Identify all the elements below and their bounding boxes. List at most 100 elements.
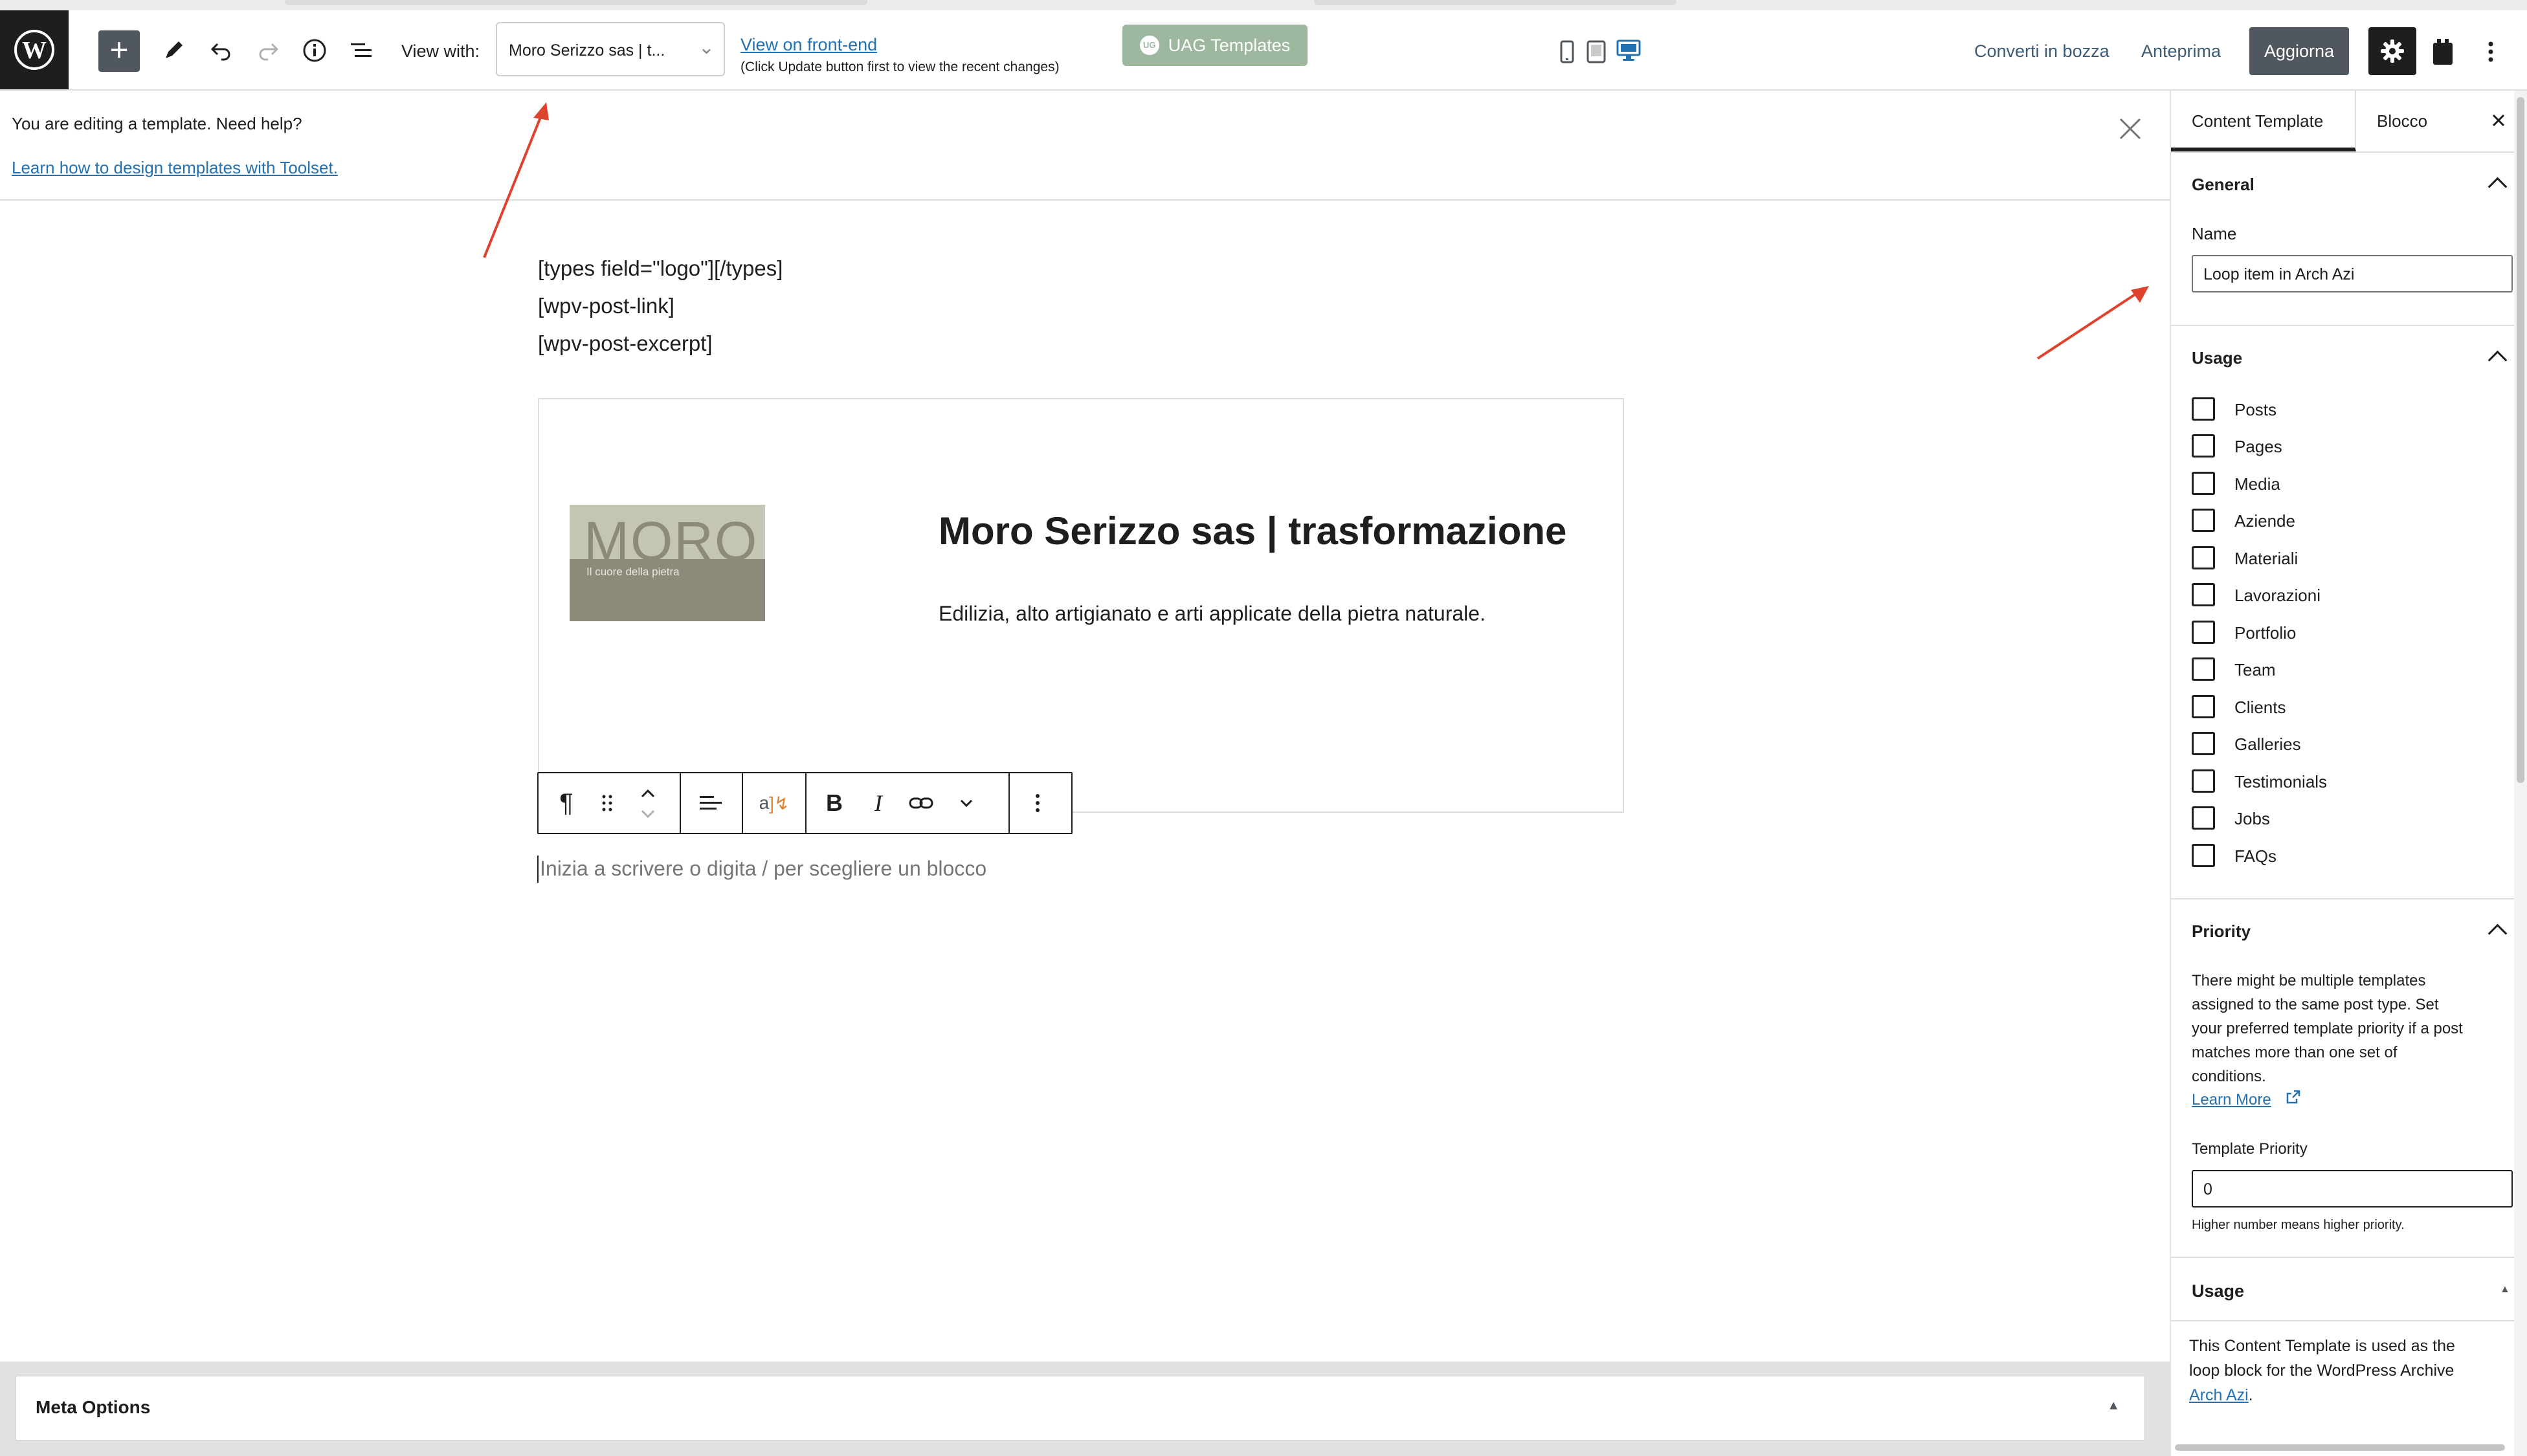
priority-panel-title[interactable]: Priority bbox=[2192, 921, 2251, 942]
usage-checkbox[interactable] bbox=[2192, 806, 2215, 830]
caret-up-icon[interactable]: ▲ bbox=[2500, 1284, 2510, 1296]
browser-tab[interactable] bbox=[1314, 0, 1676, 5]
shortcode-line[interactable]: [wpv-post-excerpt] bbox=[538, 331, 713, 356]
shortcode-line[interactable]: [types field="logo"][/types] bbox=[538, 256, 783, 281]
browser-tab[interactable] bbox=[285, 0, 867, 5]
gear-icon bbox=[2381, 39, 2404, 63]
usage-checkbox[interactable] bbox=[2192, 397, 2215, 421]
chevron-down-icon[interactable] bbox=[950, 773, 983, 833]
block-toolbar: ¶ a]↯ B I bbox=[537, 772, 1073, 834]
preview-excerpt: Edilizia, alto artigianato e arti applic… bbox=[939, 602, 1486, 625]
block-placeholder[interactable]: Inizia a scrivere o digita / per sceglie… bbox=[540, 857, 986, 881]
usage-checkbox[interactable] bbox=[2192, 621, 2215, 644]
sidebar-scrollbar-thumb[interactable] bbox=[2517, 97, 2524, 783]
add-block-button[interactable]: + bbox=[98, 30, 140, 72]
period: . bbox=[2248, 1386, 2253, 1404]
redo-icon[interactable] bbox=[255, 38, 281, 63]
align-left-icon[interactable] bbox=[691, 773, 730, 833]
notice-help-link[interactable]: Learn how to design templates with Tools… bbox=[12, 158, 338, 178]
close-icon[interactable] bbox=[2489, 111, 2508, 129]
usage-checkbox[interactable] bbox=[2192, 657, 2215, 681]
divider bbox=[2171, 898, 2514, 899]
toolbar-divider bbox=[805, 773, 807, 833]
bold-icon[interactable]: B bbox=[817, 773, 852, 833]
usage-option-label: Jobs bbox=[2234, 809, 2270, 828]
link-icon[interactable] bbox=[902, 773, 940, 833]
general-panel-title[interactable]: General bbox=[2192, 175, 2254, 195]
paragraph-icon[interactable]: ¶ bbox=[551, 773, 581, 833]
usage-checkbox[interactable] bbox=[2192, 769, 2215, 793]
uag-logo-icon: UG bbox=[1139, 36, 1159, 55]
close-icon[interactable] bbox=[2118, 116, 2143, 141]
usage-info-text: This Content Template is used as the bbox=[2189, 1337, 2455, 1355]
usage-info-text: loop block for the WordPress Archive bbox=[2189, 1362, 2455, 1380]
wordpress-logo-icon[interactable]: W bbox=[0, 10, 69, 89]
priority-description: assigned to the same post type. Set bbox=[2192, 996, 2439, 1013]
toolbar-divider bbox=[680, 773, 681, 833]
view-frontend-hint: (Click Update button first to view the r… bbox=[740, 60, 1060, 74]
plugin-panel-icon[interactable] bbox=[2429, 36, 2457, 67]
usage-checkbox[interactable] bbox=[2192, 583, 2215, 606]
shortcode-line[interactable]: [wpv-post-link] bbox=[538, 294, 674, 318]
usage-checkbox[interactable] bbox=[2192, 546, 2215, 569]
preview-title: Moro Serizzo sas | trasformazione bbox=[939, 509, 1567, 553]
template-priority-input[interactable]: 0 bbox=[2192, 1170, 2513, 1208]
usage-checkbox[interactable] bbox=[2192, 472, 2215, 495]
usage-checkbox[interactable] bbox=[2192, 844, 2215, 867]
settings-gear-button[interactable] bbox=[2368, 27, 2416, 75]
name-field[interactable]: Loop item in Arch Azi bbox=[2192, 255, 2513, 292]
more-options-icon[interactable] bbox=[1021, 773, 1054, 833]
drag-handle-icon[interactable] bbox=[594, 773, 620, 833]
meta-options-title: Meta Options bbox=[36, 1397, 151, 1417]
company-logo-image: MORO Il cuore della pietra bbox=[570, 505, 765, 621]
undo-icon[interactable] bbox=[208, 38, 234, 63]
usage-option-label: Testimonials bbox=[2234, 772, 2328, 791]
view-with-select[interactable]: Moro Serizzo sas | t... ⌄ bbox=[496, 22, 725, 76]
usage-option-label: Pages bbox=[2234, 437, 2282, 456]
mobile-preview-icon[interactable] bbox=[1557, 39, 1577, 65]
pencil-icon[interactable] bbox=[161, 38, 186, 63]
annotation-arrow-icon bbox=[2036, 286, 2149, 360]
usage-option-label: Materiali bbox=[2234, 549, 2299, 568]
view-frontend-link[interactable]: View on front-end bbox=[740, 35, 877, 55]
dynamic-text-icon[interactable]: a]↯ bbox=[755, 773, 794, 833]
update-button[interactable]: Aggiorna bbox=[2249, 27, 2349, 75]
priority-description: conditions. bbox=[2192, 1068, 2266, 1085]
notice-text: You are editing a template. Need help? bbox=[12, 114, 302, 133]
move-up-down-icon[interactable] bbox=[632, 773, 664, 833]
view-select-value: Moro Serizzo sas | t... bbox=[509, 41, 665, 60]
desktop-preview-icon[interactable] bbox=[1614, 38, 1643, 63]
usage-checkbox[interactable] bbox=[2192, 695, 2215, 718]
usage-option-label: Team bbox=[2234, 660, 2276, 679]
list-view-icon[interactable] bbox=[348, 38, 374, 63]
preview-button[interactable]: Anteprima bbox=[2141, 41, 2221, 61]
tablet-preview-icon[interactable] bbox=[1585, 39, 1608, 65]
uag-templates-button[interactable]: UG UAG Templates bbox=[1122, 25, 1308, 66]
usage-checkbox[interactable] bbox=[2192, 732, 2215, 755]
tab-content-template[interactable]: Content Template bbox=[2171, 91, 2356, 151]
more-options-icon[interactable] bbox=[2478, 36, 2504, 67]
learn-more-link[interactable]: Learn More bbox=[2192, 1091, 2271, 1109]
usage-checkbox[interactable] bbox=[2192, 509, 2215, 532]
usage-option-label: Aziende bbox=[2234, 511, 2295, 531]
italic-icon[interactable]: I bbox=[862, 773, 895, 833]
usage-checkbox[interactable] bbox=[2192, 434, 2215, 458]
archive-link[interactable]: Arch Azi bbox=[2189, 1386, 2249, 1404]
divider bbox=[2171, 151, 2514, 153]
caret-up-icon[interactable]: ▲ bbox=[2107, 1398, 2120, 1413]
usage-option-label: FAQs bbox=[2234, 846, 2277, 866]
usage-option-label: Lavorazioni bbox=[2234, 586, 2321, 605]
external-link-icon[interactable] bbox=[2285, 1088, 2303, 1107]
info-icon[interactable] bbox=[302, 38, 328, 63]
svg-text:W: W bbox=[22, 37, 47, 64]
sidebar-horizontal-scrollbar[interactable] bbox=[2175, 1444, 2505, 1451]
browser-tab-strip bbox=[0, 0, 2527, 10]
name-label: Name bbox=[2192, 224, 2237, 243]
usage-panel-title[interactable]: Usage bbox=[2192, 348, 2242, 368]
meta-options-panel[interactable]: Meta Options ▲ bbox=[16, 1376, 2145, 1440]
template-priority-hint: Higher number means higher priority. bbox=[2192, 1218, 2405, 1232]
tab-blocco[interactable]: Blocco bbox=[2377, 111, 2427, 131]
template-priority-label: Template Priority bbox=[2192, 1140, 2308, 1158]
text-caret bbox=[537, 855, 539, 883]
save-draft-button[interactable]: Converti in bozza bbox=[1974, 41, 2110, 61]
